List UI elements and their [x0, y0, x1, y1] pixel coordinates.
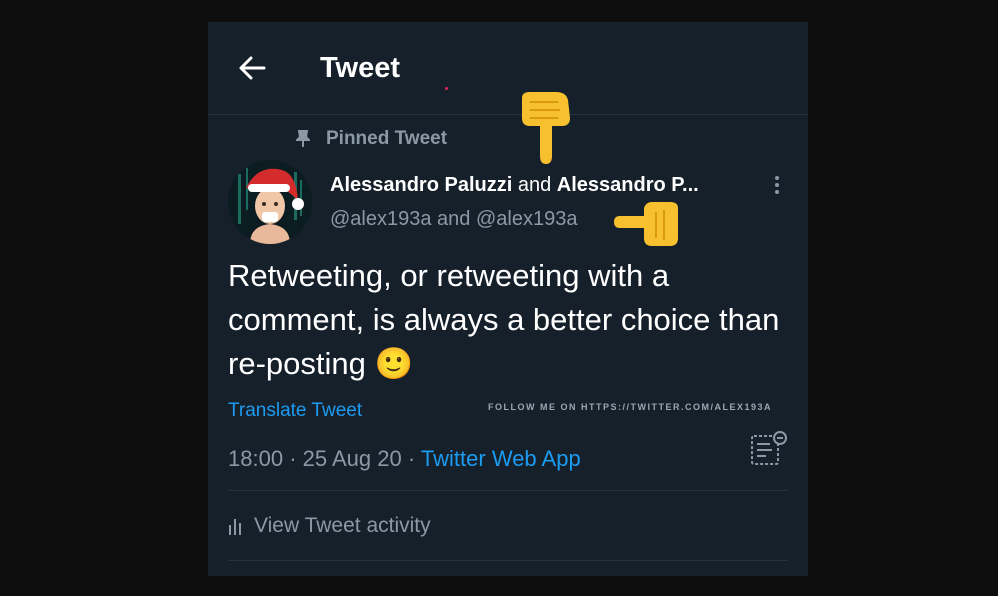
dot-icon — [775, 190, 779, 194]
tweet-panel: Tweet Pinned Tweet Alessandro Paluzzi an… — [208, 22, 808, 576]
bar-chart-icon — [229, 519, 241, 535]
pinned-label: Pinned Tweet — [326, 128, 448, 149]
dot-icon — [775, 183, 779, 187]
author-handles[interactable]: @alex193a and @alex193a — [330, 208, 577, 231]
tweet-text: Retweeting, or retweeting with a comment… — [228, 254, 788, 386]
pointing-down-hand-icon — [522, 92, 570, 164]
meta-separator: · — [289, 446, 297, 471]
author-name-2[interactable]: Alessandro P... — [557, 174, 699, 196]
smiling-face-emoji: 🙂 — [374, 346, 414, 381]
divider — [228, 490, 788, 491]
author-name-1[interactable]: Alessandro Paluzzi — [330, 174, 512, 196]
tweet-meta: 18:00 · 25 Aug 20 · Twitter Web App — [228, 446, 581, 472]
arrow-left-icon — [239, 56, 266, 80]
pin-icon — [296, 130, 310, 147]
activity-label: View Tweet activity — [254, 514, 431, 537]
pointing-left-hand-icon — [614, 202, 678, 246]
header: Tweet — [208, 22, 808, 115]
dot-icon — [775, 176, 779, 180]
santa-avatar-image — [228, 160, 312, 244]
page-title: Tweet — [320, 52, 401, 84]
avatar[interactable] — [228, 160, 312, 244]
notes-icon[interactable] — [750, 430, 788, 468]
divider — [228, 560, 788, 561]
more-options-button[interactable] — [766, 172, 788, 198]
meta-separator: · — [407, 446, 416, 471]
red-dot — [445, 87, 448, 90]
tweet-date[interactable]: 25 Aug 20 — [303, 446, 402, 471]
tweet-time[interactable]: 18:00 — [228, 446, 283, 471]
tweet-body: Retweeting, or retweeting with a comment… — [228, 258, 780, 381]
author-conjunction: and — [517, 174, 552, 196]
view-tweet-activity-button[interactable]: View Tweet activity — [228, 514, 431, 538]
author-names[interactable]: Alessandro Paluzzi and Alessandro P... — [330, 174, 750, 197]
translate-tweet-link[interactable]: Translate Tweet — [228, 400, 362, 422]
tweet-source-link[interactable]: Twitter Web App — [421, 446, 581, 471]
pinned-indicator: Pinned Tweet — [296, 128, 447, 150]
watermark: FOLLOW ME ON HTTPS://TWITTER.COM/ALEX193… — [488, 402, 772, 412]
back-button[interactable] — [232, 48, 272, 88]
